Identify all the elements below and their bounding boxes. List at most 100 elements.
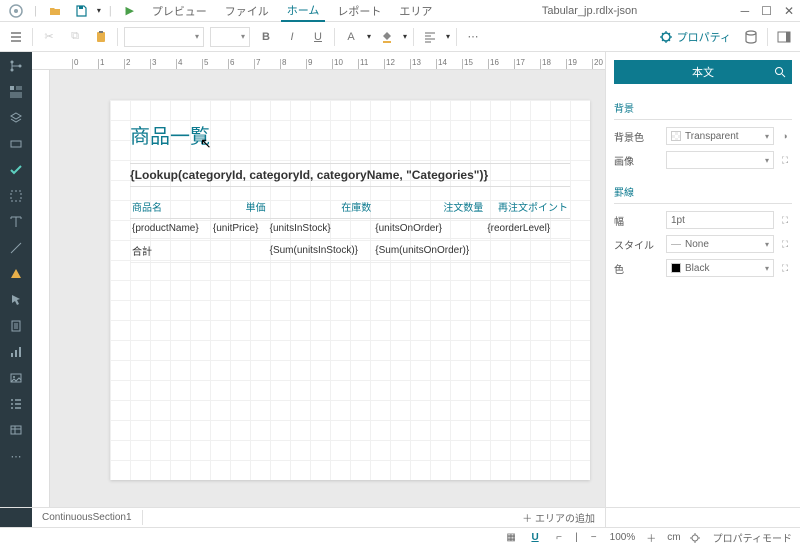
cell-order[interactable]: {unitsOnOrder} [373,219,485,239]
cut-icon[interactable]: ✂ [39,27,59,47]
tool-grid-icon[interactable] [8,84,24,100]
bold-icon[interactable]: B [256,27,276,47]
data-table[interactable]: 商品名 単価 在庫数 注文数量 再注文ポイント {productName} {u… [130,195,570,263]
tool-layers-icon[interactable] [8,110,24,126]
cell-name[interactable]: {productName} [130,219,211,239]
tool-table-icon[interactable] [8,422,24,438]
cell-total-label[interactable]: 合計 [130,239,211,263]
properties-header[interactable]: 本文 [614,60,792,84]
tool-report-icon[interactable] [8,318,24,334]
grid-view-icon[interactable]: ▦ [503,532,519,543]
zoom-level[interactable]: 100% [610,532,636,543]
statusbar: ▦ U ⌐ | − 100% ＋ cm プロパティモード [0,527,800,547]
color-label: 色 [614,261,662,276]
open-icon[interactable] [45,1,65,21]
tool-select-icon[interactable] [8,188,24,204]
maximize-icon[interactable]: ☐ [761,4,772,18]
col-header-order[interactable]: 注文数量 [373,195,485,219]
chevron-down-icon[interactable]: ▾ [765,240,769,249]
save-icon[interactable] [71,1,91,21]
report-page[interactable]: 商品一覧 {Lookup(categoryId, categoryId, cat… [110,100,590,480]
tool-more-icon[interactable]: ⋯ [8,448,24,464]
expand-icon[interactable]: ⛶ [778,261,792,275]
area-menu[interactable]: エリア [393,1,438,21]
gear-icon[interactable] [689,532,705,544]
cell-sum-order[interactable]: {Sum(unitsOnOrder)} [373,239,485,263]
chevron-down-icon[interactable]: ▾ [765,264,769,273]
color-value: Black [685,263,761,274]
page-title[interactable]: 商品一覧 [130,120,570,149]
copy-icon[interactable]: ⧉ [65,27,85,47]
font-family-select[interactable]: ▾ [124,27,204,47]
lookup-expression[interactable]: {Lookup(categoryId, categoryId, category… [130,163,570,187]
cell-price[interactable]: {unitPrice} [211,219,268,239]
width-label: 幅 [614,213,662,228]
image-input[interactable]: ▾ [666,151,774,169]
col-header-price[interactable]: 単価 [211,195,268,219]
data-icon[interactable] [741,27,761,47]
play-icon[interactable]: ▶ [120,1,140,21]
tool-rect-icon[interactable] [8,136,24,152]
report-menu[interactable]: レポート [331,1,387,21]
home-menu[interactable]: ホーム [281,0,326,22]
paste-icon[interactable] [91,27,111,47]
align-icon[interactable] [420,27,440,47]
tool-pointer-icon[interactable] [8,292,24,308]
transparent-swatch-icon [671,131,681,141]
tool-shape-icon[interactable] [8,266,24,282]
document-title: Tabular_jp.rdlx-json [438,5,740,17]
tool-bar-icon[interactable] [8,344,24,360]
bg-color-input[interactable]: Transparent ▾ [666,127,774,145]
search-icon[interactable] [774,66,786,78]
font-color-dropdown[interactable]: ▾ [367,32,371,41]
tool-text-icon[interactable] [8,214,24,230]
hamburger-icon[interactable] [6,27,26,47]
expand-icon[interactable]: ⛶ [778,153,792,167]
style-input[interactable]: None ▾ [666,235,774,253]
expand-icon[interactable]: ⛶ [778,237,792,251]
section-tab[interactable]: ContinuousSection1 [32,510,143,525]
cell-reorder[interactable]: {reorderLevel} [485,219,570,239]
design-surface[interactable]: ↖ 商品一覧 {Lookup(categoryId, categoryId, c… [50,70,605,507]
minimize-icon[interactable]: ─ [741,4,750,18]
more-icon[interactable]: ⋯ [463,27,483,47]
underline-icon[interactable]: U [308,27,328,47]
italic-icon[interactable]: I [282,27,302,47]
chevron-down-icon[interactable]: ▾ [765,156,769,165]
ruler-mode-icon[interactable]: ⌐ [551,532,567,543]
tool-line-icon[interactable] [8,240,24,256]
tool-list-icon[interactable] [8,396,24,412]
width-input[interactable]: 1pt [666,211,774,229]
cell-sum-stock[interactable]: {Sum(unitsInStock)} [268,239,374,263]
fill-color-dropdown[interactable]: ▾ [403,32,407,41]
panel-toggle-icon[interactable] [774,27,794,47]
color-picker-icon[interactable]: ◑ [778,129,792,143]
properties-toggle[interactable]: プロパティ [655,27,735,47]
font-color-icon[interactable]: A [341,27,361,47]
cell-stock[interactable]: {unitsInStock} [268,219,374,239]
tool-check-icon[interactable] [8,162,24,178]
section-tabs: ContinuousSection1 ＋ エリアの追加 [0,507,800,527]
zoom-out-icon[interactable]: − [586,532,602,543]
unit-label[interactable]: cm [667,532,680,543]
col-header-reorder[interactable]: 再注文ポイント [485,195,570,219]
zoom-in-icon[interactable]: ＋ [643,530,659,545]
fill-color-icon[interactable] [377,27,397,47]
close-icon[interactable]: ✕ [784,4,794,18]
black-swatch-icon [671,263,681,273]
align-dropdown[interactable]: ▾ [446,32,450,41]
add-area-button[interactable]: ＋ エリアの追加 [512,510,605,525]
tool-image-icon[interactable] [8,370,24,386]
underline-mode-icon[interactable]: U [527,532,543,543]
file-menu[interactable]: ファイル [219,1,275,21]
color-input[interactable]: Black ▾ [666,259,774,277]
save-dropdown-icon[interactable]: ▾ [97,6,101,15]
font-size-select[interactable]: ▾ [210,27,250,47]
property-mode-label[interactable]: プロパティモード [713,530,792,545]
col-header-name[interactable]: 商品名 [130,195,211,219]
tool-tree-icon[interactable] [8,58,24,74]
expand-icon[interactable]: ⛶ [778,213,792,227]
chevron-down-icon[interactable]: ▾ [765,132,769,141]
col-header-stock[interactable]: 在庫数 [268,195,374,219]
preview-menu[interactable]: プレビュー [146,1,213,21]
